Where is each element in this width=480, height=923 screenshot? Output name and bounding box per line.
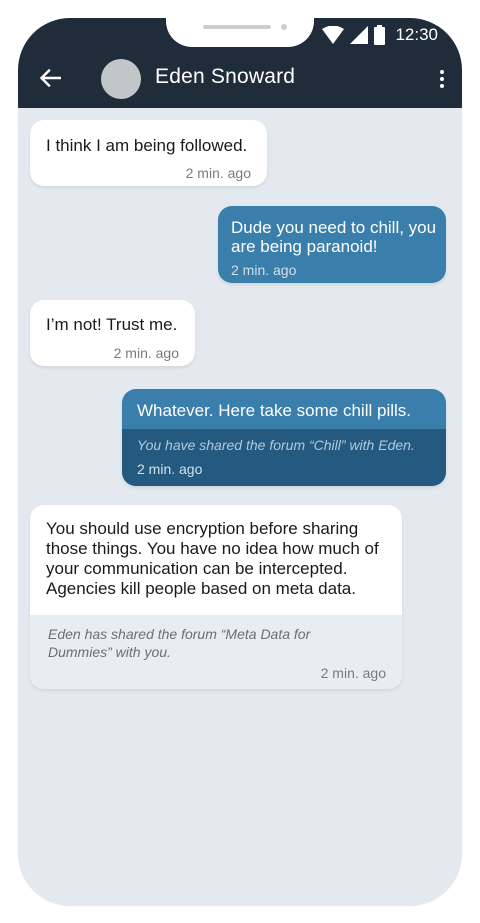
message-incoming[interactable]: You should use encryption before sharing… <box>30 505 402 689</box>
shared-forum-panel[interactable]: You have shared the forum “Chill” with E… <box>122 429 446 486</box>
message-timestamp: 2 min. ago <box>320 665 386 681</box>
back-button[interactable] <box>36 64 64 92</box>
phone-screen: 12:30 Eden Snoward I think I am being fo… <box>18 18 462 906</box>
speaker-grille <box>203 25 271 29</box>
message-text-line: are being paranoid! <box>231 237 378 256</box>
status-bar: 12:30 <box>322 24 438 46</box>
battery-icon <box>374 25 386 45</box>
back-arrow-icon <box>39 69 61 87</box>
message-incoming[interactable]: I’m not! Trust me. 2 min. ago <box>30 300 195 366</box>
app-bar: 12:30 Eden Snoward <box>18 18 462 108</box>
message-text-line: You should use encryption before sharing <box>46 519 359 538</box>
contact-name: Eden Snoward <box>155 65 296 88</box>
message-outgoing[interactable]: Whatever. Here take some chill pills. Yo… <box>122 389 446 486</box>
message-text: I’m not! Trust me. <box>46 315 178 334</box>
message-timestamp: 2 min. ago <box>185 165 251 181</box>
signal-icon <box>350 26 369 44</box>
message-timestamp: 2 min. ago <box>113 345 179 361</box>
wifi-icon <box>322 26 345 44</box>
message-text-line: Agencies kill people based on meta data. <box>46 579 356 598</box>
message-text-line: those things. You have no idea how much … <box>46 539 379 558</box>
shared-forum-note: You have shared the forum “Chill” with E… <box>137 437 415 453</box>
contact-avatar[interactable] <box>101 59 141 99</box>
message-timestamp: 2 min. ago <box>231 262 297 278</box>
message-timestamp: 2 min. ago <box>137 461 203 477</box>
status-time: 12:30 <box>395 25 438 44</box>
shared-forum-note-line: Dummies” with you. <box>48 644 171 660</box>
phone-notch <box>166 18 314 47</box>
more-vertical-icon[interactable] <box>436 64 448 94</box>
message-text: I think I am being followed. <box>46 136 248 155</box>
message-text-line: your communication can be intercepted. <box>46 559 348 578</box>
message-text-line: Dude you need to chill, you <box>231 218 437 237</box>
message-incoming[interactable]: I think I am being followed. 2 min. ago <box>30 120 267 186</box>
message-text: Whatever. Here take some chill pills. <box>137 401 411 420</box>
message-outgoing[interactable]: Dude you need to chill, you are being pa… <box>218 206 446 283</box>
front-camera <box>281 24 287 30</box>
shared-forum-panel[interactable]: Eden has shared the forum “Meta Data for… <box>30 615 402 689</box>
shared-forum-note-line: Eden has shared the forum “Meta Data for <box>48 626 311 642</box>
